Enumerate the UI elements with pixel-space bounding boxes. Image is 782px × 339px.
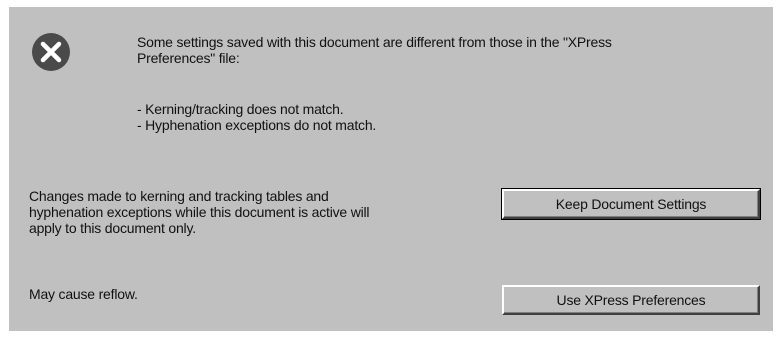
error-x-icon [30,31,72,73]
keep-button-label: Keep Document Settings [555,196,707,212]
info-line: Changes made to kerning and tracking tab… [29,188,329,204]
message-line: Preferences" file: [137,50,240,66]
settings-conflict-dialog: Some settings saved with this document a… [9,7,773,331]
reflow-note: May cause reflow. [29,286,138,302]
mismatch-list: - Kerning/tracking does not match. - Hyp… [137,101,737,133]
conflict-message: Some settings saved with this document a… [137,34,757,66]
use-button-label: Use XPress Preferences [556,292,706,308]
mismatch-item: - Kerning/tracking does not match. [137,101,344,117]
message-line: Some settings saved with this document a… [137,34,612,50]
scope-info: Changes made to kerning and tracking tab… [29,188,489,236]
mismatch-item: - Hyphenation exceptions do not match. [137,117,377,133]
use-xpress-preferences-button[interactable]: Use XPress Preferences [502,285,760,315]
keep-document-settings-button[interactable]: Keep Document Settings [501,188,761,220]
info-line: hyphenation exceptions while this docume… [29,204,370,220]
info-line: apply to this document only. [29,220,196,236]
